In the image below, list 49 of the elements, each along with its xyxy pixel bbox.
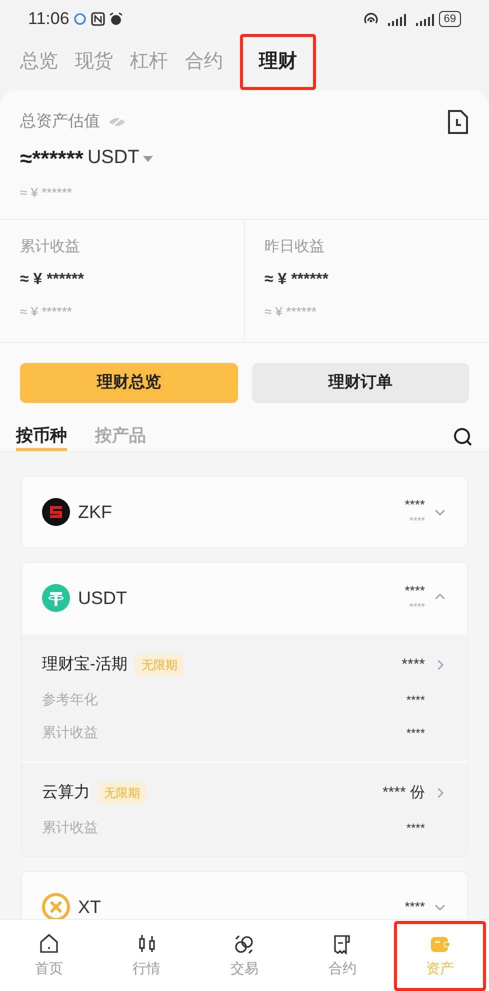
earnings-fiat: ≈ ¥ ****** bbox=[20, 303, 73, 321]
asset-row[interactable]: XT **** bbox=[22, 872, 467, 919]
coin-name: XT bbox=[78, 896, 102, 918]
coin-name: USDT bbox=[78, 586, 127, 610]
nfc-icon bbox=[91, 12, 106, 26]
earnings-label: 昨日收益 bbox=[264, 236, 326, 256]
total-assets-fiat: ≈ ¥ ****** bbox=[20, 184, 73, 202]
earnings-value: ≈ ¥ ****** bbox=[20, 270, 85, 290]
overview-button[interactable]: 理财总览 bbox=[20, 362, 238, 402]
coin-name: ZKF bbox=[78, 500, 112, 524]
product-name: 云算力 bbox=[42, 782, 90, 803]
product-value: **** bbox=[402, 654, 425, 675]
coin-logo-icon bbox=[42, 584, 70, 612]
coin-amount-fiat: **** bbox=[409, 515, 425, 530]
product-name: 理财宝-活期 bbox=[42, 654, 128, 675]
product-field-label: 参考年化 bbox=[42, 690, 98, 709]
term-tag: 无限期 bbox=[98, 782, 146, 804]
total-assets-value: ≈****** bbox=[20, 145, 84, 173]
product-field-label: 累计收益 bbox=[42, 818, 98, 837]
coin-amount-fiat: **** bbox=[409, 601, 425, 616]
product-panel[interactable]: 云算力 无限期 **** 份 累计收益 **** bbox=[22, 761, 467, 856]
coin-amount: **** bbox=[404, 898, 425, 916]
product-field-value: **** bbox=[406, 692, 425, 708]
product-panel[interactable]: 理财宝-活期 无限期 **** 参考年化 **** 累计收益 **** bbox=[22, 633, 467, 761]
product-field-label: 累计收益 bbox=[42, 723, 98, 742]
document-icon[interactable] bbox=[447, 110, 469, 134]
asset-row[interactable]: USDT **** **** bbox=[22, 563, 467, 633]
coin-amount: **** bbox=[404, 582, 425, 600]
currency-selector[interactable]: USDT bbox=[87, 144, 140, 173]
caret-icon bbox=[143, 156, 154, 162]
term-tag: 无限期 bbox=[135, 654, 184, 676]
product-value: **** 份 bbox=[382, 782, 425, 803]
search-icon[interactable] bbox=[453, 426, 473, 447]
coin-logo-icon bbox=[42, 498, 70, 526]
notification-icon bbox=[73, 12, 88, 26]
hotspot-icon bbox=[362, 12, 379, 26]
earnings-fiat: ≈ ¥ ****** bbox=[264, 303, 318, 321]
battery-level: 69 bbox=[438, 11, 461, 27]
alarm-icon bbox=[109, 12, 124, 26]
status-time: 11:06 bbox=[28, 8, 70, 30]
product-field-value: **** bbox=[406, 724, 425, 742]
earnings-value: ≈ ¥ ****** bbox=[264, 270, 330, 290]
tab[interactable]: 理财 bbox=[240, 34, 316, 90]
total-assets-label: 总资产估值 bbox=[20, 112, 100, 132]
asset-row[interactable]: ZKF **** **** bbox=[22, 477, 467, 547]
orders-button[interactable]: 理财订单 bbox=[252, 362, 469, 402]
product-field-value: **** bbox=[406, 820, 425, 836]
earnings-label: 累计收益 bbox=[20, 236, 81, 256]
coin-amount: **** bbox=[404, 496, 425, 514]
